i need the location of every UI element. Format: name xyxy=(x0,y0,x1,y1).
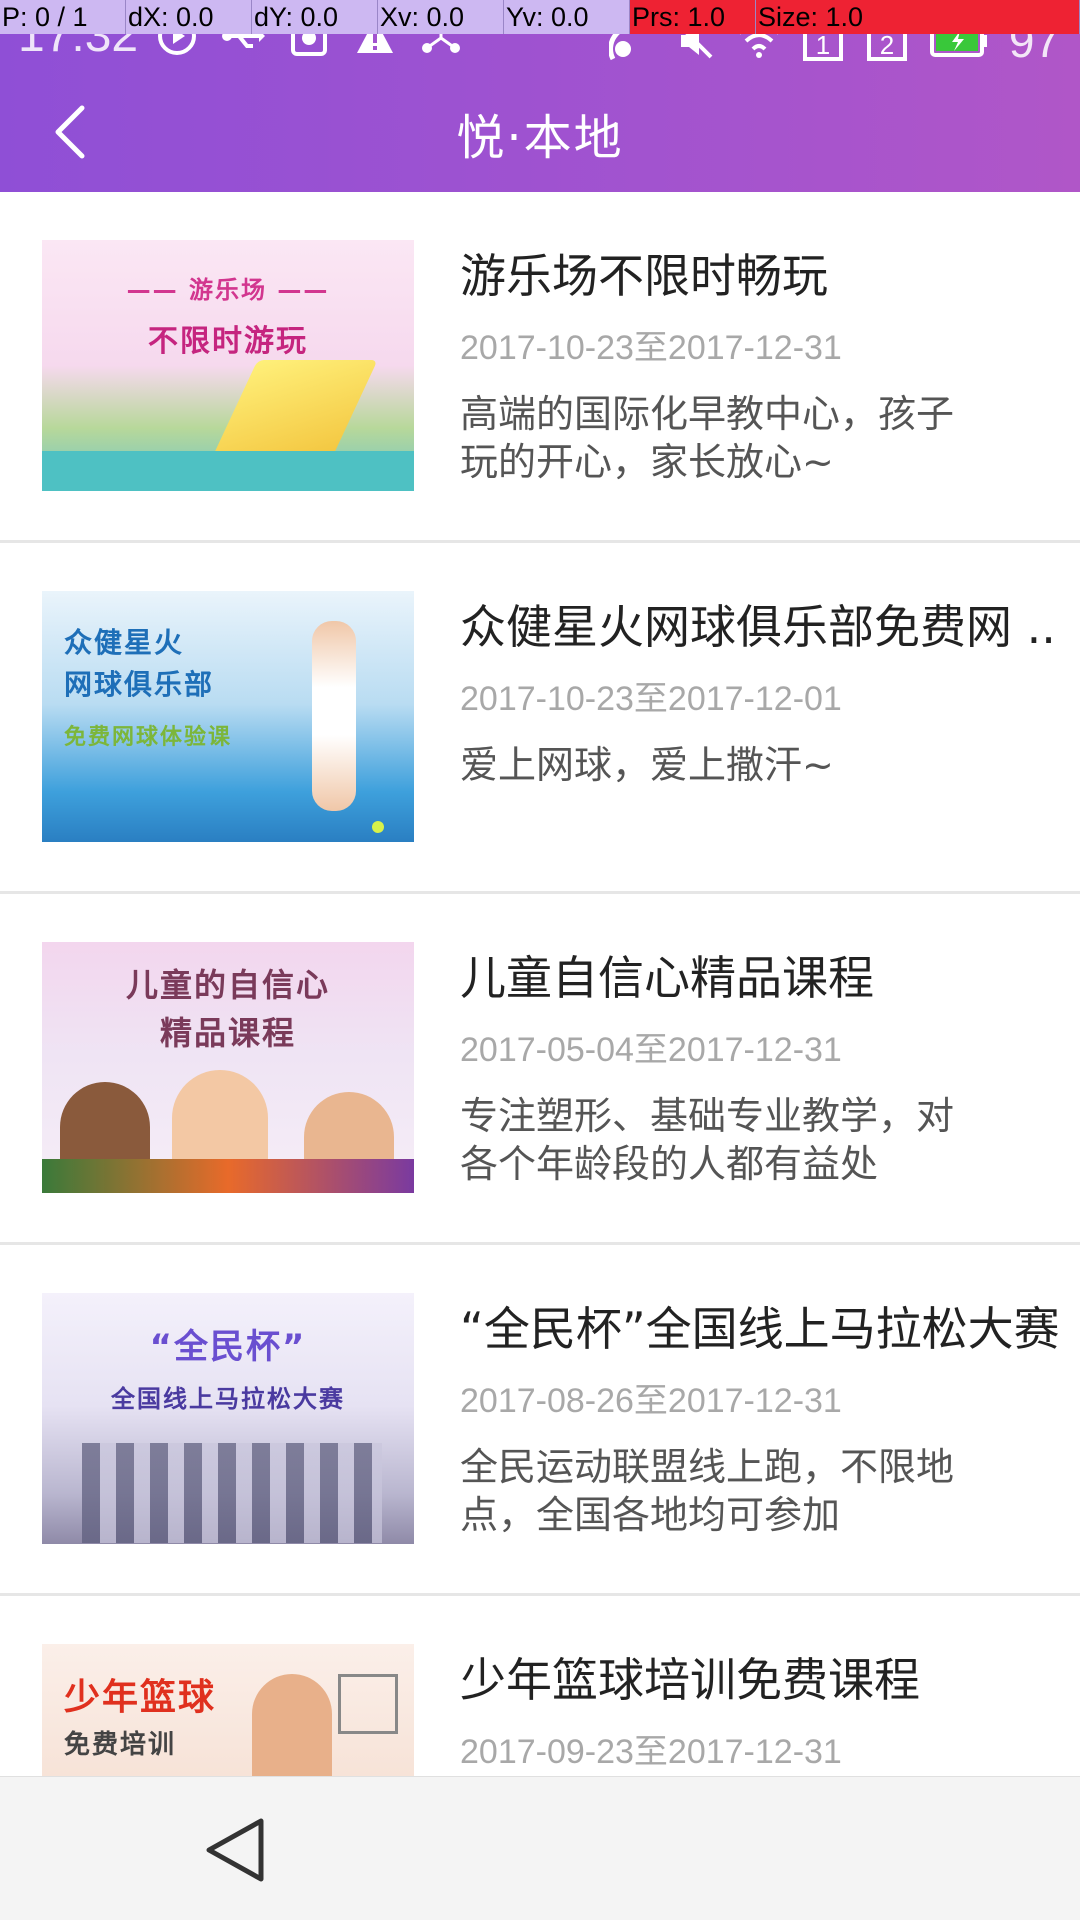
debug-xv: Xv: 0.0 xyxy=(378,0,504,34)
activity-list[interactable]: —— 游乐场 —— 不限时游玩 游乐场不限时畅玩 2017-10-23至2017… xyxy=(0,192,1080,1776)
item-description: 专注塑形、基础专业教学，对各个年龄段的人都有益处 xyxy=(460,1094,955,1186)
list-item[interactable]: 少年篮球 免费培训 少年篮球培训免费课程 2017-09-23至2017-12-… xyxy=(0,1596,1080,1776)
thumb-caption-1: 少年篮球 xyxy=(64,1677,217,1718)
item-description: 全民运动联盟线上跑，不限地点，全国各地均可参加 xyxy=(460,1445,955,1537)
thumb-caption-2: 精品课程 xyxy=(159,1014,296,1052)
tennis-ball xyxy=(372,821,384,833)
basketball-player-figure xyxy=(252,1674,332,1776)
list-item[interactable]: “全民杯” 全国线上马拉松大赛 “全民杯”全国线上马拉松大赛 2017-08-2… xyxy=(0,1245,1080,1596)
item-thumbnail: “全民杯” 全国线上马拉松大赛 xyxy=(42,1293,414,1544)
item-date: 2017-10-23至2017-12-31 xyxy=(460,329,842,367)
playground-floor xyxy=(42,451,414,491)
svg-text:1: 1 xyxy=(816,30,830,60)
item-title: 儿童自信心精品课程 xyxy=(460,951,874,1005)
debug-dy: dY: 0.0 xyxy=(252,0,378,34)
list-item[interactable]: 众健星火 网球俱乐部 免费网球体验课 众健星火网球俱乐部免费网 .. 2017-… xyxy=(0,543,1080,894)
item-date: 2017-09-23至2017-12-31 xyxy=(460,1733,842,1771)
debug-yv: Yv: 0.0 xyxy=(504,0,630,34)
thumb-caption-2: 免费培训 xyxy=(64,1730,177,1760)
pointer-debug-strip: P: 0 / 1 dX: 0.0 dY: 0.0 Xv: 0.0 Yv: 0.0… xyxy=(0,0,1080,34)
page-title: 悦·本地 xyxy=(456,110,624,166)
item-title: 少年篮球培训免费课程 xyxy=(460,1653,920,1707)
debug-pointer-count: P: 0 / 1 xyxy=(0,0,126,34)
svg-text:2: 2 xyxy=(880,30,894,60)
item-date: 2017-08-26至2017-12-31 xyxy=(460,1382,842,1420)
item-date: 2017-05-04至2017-12-31 xyxy=(460,1031,842,1069)
list-item[interactable]: —— 游乐场 —— 不限时游玩 游乐场不限时畅玩 2017-10-23至2017… xyxy=(0,192,1080,543)
thumb-caption-3: 免费网球体验课 xyxy=(64,725,233,750)
item-thumbnail: —— 游乐场 —— 不限时游玩 xyxy=(42,240,414,491)
item-title: “全民杯”全国线上马拉松大赛 xyxy=(460,1302,1060,1356)
tennis-player-figure xyxy=(312,621,356,811)
debug-dx: dX: 0.0 xyxy=(126,0,252,34)
basketball-hoop xyxy=(338,1674,398,1734)
triangle-back-icon xyxy=(206,1818,264,1882)
item-description: 爱上网球，爱上撒汗~ xyxy=(460,743,834,787)
item-title: 众健星火网球俱乐部免费网 .. xyxy=(460,600,1056,654)
thumb-caption-1: “全民杯” xyxy=(149,1327,307,1367)
thumb-caption-1: 众健星火 xyxy=(64,626,185,659)
item-title: 游乐场不限时畅玩 xyxy=(460,249,828,303)
item-date: 2017-10-23至2017-12-01 xyxy=(460,680,842,718)
debug-size: Size: 1.0 xyxy=(756,0,1080,34)
item-thumbnail: 少年篮球 免费培训 xyxy=(42,1644,414,1776)
app-header: 悦·本地 xyxy=(0,70,1080,192)
runners-crowd xyxy=(82,1443,382,1543)
thumb-caption-1: 儿童的自信心 xyxy=(125,966,330,1004)
navigation-bar xyxy=(0,1776,1080,1920)
item-thumbnail: 儿童的自信心 精品课程 xyxy=(42,942,414,1193)
nav-back-button[interactable] xyxy=(195,1813,275,1887)
debug-pressure: Prs: 1.0 xyxy=(630,0,756,34)
thumb-caption-2: 不限时游玩 xyxy=(148,324,308,359)
thumb-caption-1: —— 游乐场 —— xyxy=(126,276,330,304)
thumb-caption-2: 全国线上马拉松大赛 xyxy=(111,1385,345,1413)
list-item[interactable]: 儿童的自信心 精品课程 儿童自信心精品课程 2017-05-04至2017-12… xyxy=(0,894,1080,1245)
books-row xyxy=(42,1159,414,1193)
thumb-caption-2: 网球俱乐部 xyxy=(64,668,215,701)
item-description: 高端的国际化早教中心，孩子玩的开心，家长放心~ xyxy=(460,392,955,484)
item-thumbnail: 众健星火 网球俱乐部 免费网球体验课 xyxy=(42,591,414,842)
